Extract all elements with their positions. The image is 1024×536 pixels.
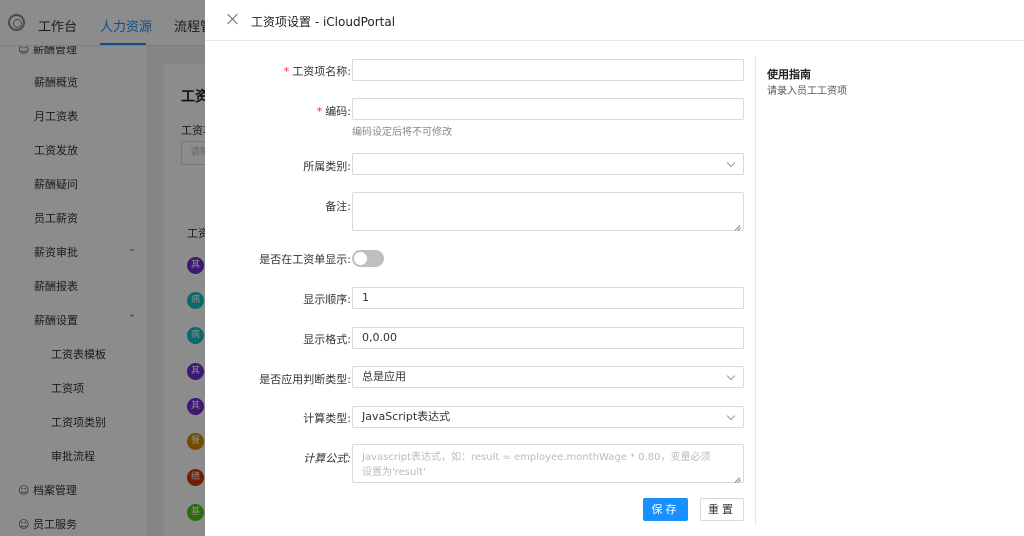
drawer-title: 工资项设置 - iCloudPortal — [251, 15, 396, 29]
guide-text: 请录入员工工资项 — [767, 86, 847, 97]
select-value: 总是应用 — [362, 370, 406, 383]
category-select[interactable] — [352, 153, 744, 175]
remark-label: 备注: — [325, 200, 351, 213]
select-value: JavaScript表达式 — [362, 410, 451, 423]
calc-type-select[interactable]: JavaScript表达式 — [352, 406, 744, 428]
label-text: 编码: — [325, 105, 351, 118]
apply-judge-label: 是否应用判断类型: — [259, 373, 351, 386]
settings-drawer: 工资项设置 - iCloudPortal * 工资项名称: * 编码: 编码设定后将… — [205, 0, 1024, 536]
resize-handle-icon[interactable] — [734, 221, 741, 228]
name-input[interactable] — [352, 59, 744, 81]
save-button[interactable]: 保存 — [643, 498, 688, 521]
guide-divider — [755, 56, 756, 526]
display-order-input[interactable]: 1 — [352, 287, 744, 309]
toggle-knob — [354, 252, 367, 265]
reset-button[interactable]: 重置 — [700, 498, 744, 521]
display-format-label: 显示格式: — [303, 333, 351, 346]
display-format-input[interactable]: 0,0.00 — [352, 327, 744, 349]
code-label: * 编码: — [316, 105, 351, 118]
name-label: * 工资项名称: — [283, 65, 351, 78]
calc-type-label: 计算类型: — [303, 412, 351, 425]
guide-title: 使用指南 — [767, 68, 811, 81]
display-order-label: 显示顺序: — [303, 293, 351, 306]
chevron-down-icon — [726, 371, 736, 381]
chevron-down-icon — [726, 158, 736, 168]
drawer-header: 工资项设置 - iCloudPortal — [205, 0, 1024, 41]
show-in-payslip-label: 是否在工资单显示: — [259, 253, 351, 266]
category-label: 所属类别: — [303, 160, 351, 173]
remark-textarea[interactable] — [352, 192, 744, 231]
code-input[interactable] — [352, 98, 744, 120]
formula-textarea[interactable]: Javascript表达式，如：result = employee.monthW… — [352, 444, 744, 483]
label-text: 工资项名称: — [292, 65, 351, 78]
formula-label: 计算公式: — [303, 452, 351, 465]
apply-judge-select[interactable]: 总是应用 — [352, 366, 744, 388]
show-in-payslip-toggle[interactable] — [352, 250, 384, 267]
formula-placeholder: Javascript表达式，如：result = employee.monthW… — [362, 452, 711, 478]
close-icon[interactable] — [227, 13, 239, 25]
resize-handle-icon[interactable] — [734, 473, 741, 480]
code-help-text: 编码设定后将不可修改 — [352, 127, 452, 138]
chevron-down-icon — [726, 411, 736, 421]
